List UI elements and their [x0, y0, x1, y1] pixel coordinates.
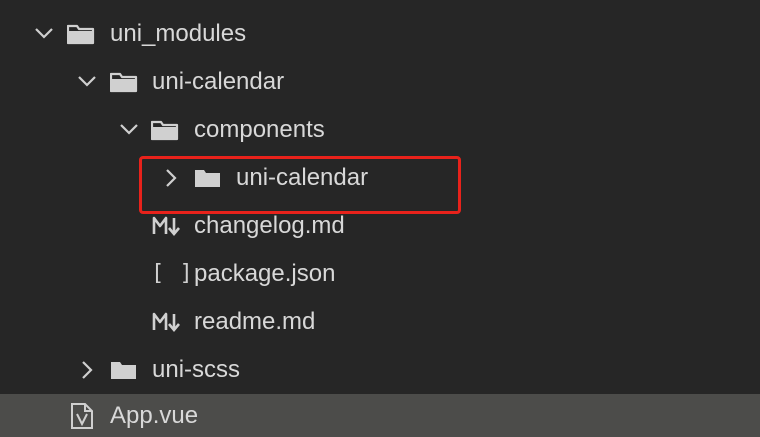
- folder-open-icon: [67, 10, 95, 58]
- file-explorer-tree: uni_modules uni-calendar components uni-…: [0, 0, 760, 437]
- tree-item-label: uni-scss: [152, 356, 241, 383]
- tree-item-label: package.json: [194, 260, 336, 287]
- chevron-right-icon[interactable]: [160, 154, 182, 202]
- tree-item-label: components: [194, 116, 325, 143]
- tree-item-uni-calendar[interactable]: uni-calendar: [0, 58, 760, 106]
- tree-item-label: uni-calendar: [236, 164, 369, 191]
- tree-item-uni-scss[interactable]: uni-scss: [0, 346, 760, 394]
- tree-item-app-vue[interactable]: App.vue: [0, 394, 760, 437]
- folder-icon: [110, 346, 138, 394]
- tree-item-label: readme.md: [194, 308, 316, 335]
- markdown-icon: [152, 202, 182, 250]
- tree-item-label: App.vue: [110, 402, 199, 429]
- tree-item-components[interactable]: components: [0, 106, 760, 154]
- folder-icon: [194, 154, 222, 202]
- tree-item-changelog[interactable]: changelog.md: [0, 202, 760, 250]
- tree-item-package-json[interactable]: [ ] package.json: [0, 250, 760, 298]
- chevron-right-icon[interactable]: [76, 346, 98, 394]
- tree-item-readme[interactable]: readme.md: [0, 298, 760, 346]
- vue-file-icon: [70, 394, 94, 437]
- json-icon: [ ]: [151, 261, 194, 286]
- chevron-down-icon[interactable]: [76, 58, 98, 106]
- tree-item-label: uni_modules: [110, 20, 247, 47]
- chevron-down-icon[interactable]: [118, 106, 140, 154]
- tree-item-uni-modules[interactable]: uni_modules: [0, 10, 760, 58]
- chevron-down-icon[interactable]: [33, 10, 55, 58]
- markdown-icon: [152, 298, 182, 346]
- folder-open-icon: [151, 106, 179, 154]
- tree-item-uni-calendar-component[interactable]: uni-calendar: [0, 154, 760, 202]
- folder-open-icon: [110, 58, 138, 106]
- tree-item-label: changelog.md: [194, 212, 345, 239]
- tree-item-label: uni-calendar: [152, 68, 285, 95]
